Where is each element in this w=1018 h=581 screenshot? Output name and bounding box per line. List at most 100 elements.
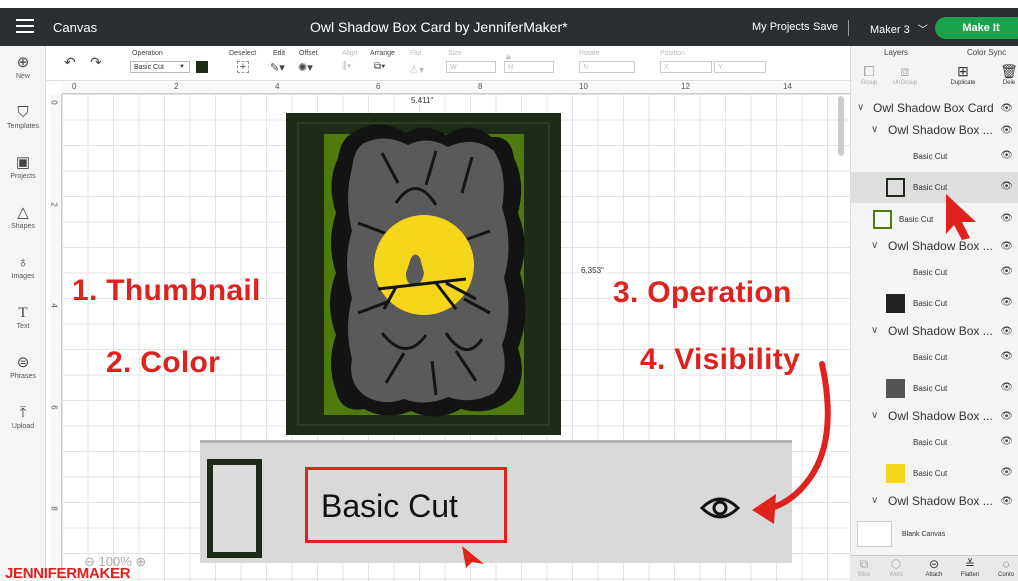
align-button[interactable]: Align [342,50,358,57]
rotate-input[interactable]: ↻ [579,61,635,73]
layer-name: Owl Shadow Box ... [888,409,993,423]
operation-color-swatch[interactable] [196,61,208,73]
arrange-icon[interactable]: ⧉▾ [374,61,385,72]
zoomed-layer-label: Basic Cut [321,488,458,524]
offset-button[interactable]: Offset [299,50,318,57]
ungroup-button[interactable]: ⧈ UnGroup [887,62,923,86]
layer-item[interactable]: Basic Cut 👁︎ [851,257,1018,288]
eye-icon[interactable]: 👁︎ [1000,411,1013,422]
width-input[interactable]: W [446,61,496,73]
y-input[interactable]: Y [714,61,766,73]
flip-button[interactable]: Flip [410,50,421,57]
slice-button[interactable]: ⧉ Slice [850,557,878,578]
tab-layers[interactable]: Layers [884,48,908,57]
redo-icon[interactable]: ↷ [90,54,102,71]
ruler-label: 0 [49,100,59,105]
eye-icon[interactable]: 👁︎ [1000,382,1013,393]
height-input[interactable]: H [504,61,554,73]
hamburger-menu-icon[interactable] [16,19,34,33]
layer-item-selected[interactable]: Basic Cut 👁︎ [851,172,1018,203]
layer-item[interactable]: Basic Cut 👁︎ [851,373,1018,404]
sidebar-item-text[interactable]: T Text [0,304,46,330]
layer-item[interactable]: Basic Cut 👁︎ [851,427,1018,458]
weld-button[interactable]: ⬡ Weld [882,557,910,578]
eye-icon[interactable]: 👁︎ [1000,103,1013,114]
annotation-thumbnail: 1. Thumbnail [72,274,261,307]
sidebar-item-new[interactable]: ⊕ New [0,54,46,80]
tab-color-sync[interactable]: Color Sync [967,48,1006,57]
lightbulb-icon: ♁ [17,254,29,271]
eye-icon[interactable]: 👁︎ [1000,436,1013,447]
offset-icon[interactable]: ✺▾ [298,61,313,74]
sidebar-item-projects[interactable]: ▣ Projects [0,154,46,180]
edit-button[interactable]: Edit [273,50,285,57]
sidebar-item-phrases[interactable]: ⊜ Phrases [0,354,46,380]
action-label: Dele [1002,80,1016,86]
sidebar-item-images[interactable]: ♁ Images [0,254,46,280]
eye-icon[interactable]: 👁︎ [1000,241,1013,252]
position-label: Position [660,50,685,57]
eye-icon[interactable]: 👁︎ [1000,297,1013,308]
group-button[interactable]: ⧠ Group [851,62,887,86]
eye-icon[interactable]: 👁︎ [1000,266,1013,277]
zoomed-layer-thumbnail [207,459,262,558]
jennifermaker-logo: JENNIFERMAKER [5,565,131,581]
my-projects-link[interactable]: My Projects [752,21,809,33]
attach-icon: ⊝ [928,557,940,571]
layer-name: Owl Shadow Box ... [888,494,993,508]
layer-item[interactable]: Basic Cut 👁︎ [851,342,1018,373]
eye-icon[interactable]: 👁︎ [1000,125,1013,136]
flip-icon[interactable]: ⏃▾ [409,61,424,76]
canvas-scrollbar[interactable] [838,96,844,156]
group-icon: ⧠ [863,63,875,79]
undo-icon[interactable]: ↶ [64,54,76,71]
attach-button[interactable]: ⊝ Attach [920,557,948,578]
eye-icon[interactable]: 👁︎ [1000,326,1013,337]
flatten-icon: ≚ [964,557,976,571]
eye-icon[interactable]: 👁︎ [1000,467,1013,478]
layer-name: Owl Shadow Box ... [888,123,993,137]
layer-item[interactable]: Basic Cut 👁︎ [851,204,1018,235]
chevron-down-icon: ∨ [871,240,879,251]
pen-icon[interactable]: ✎▾ [270,61,285,74]
x-input[interactable]: X [660,61,712,73]
ruler-left: 0 2 4 6 8 [50,94,62,581]
sidebar-item-shapes[interactable]: △ Shapes [0,204,46,230]
caret-down-icon: ▼ [179,64,185,70]
contour-button[interactable]: ◌ Conto [992,557,1018,578]
flatten-button[interactable]: ≚ Flatten [956,557,984,578]
eye-icon[interactable]: 👁︎ [1000,351,1013,362]
action-label: Duplicate [950,80,976,86]
layer-item[interactable]: Basic Cut 👁︎ [851,458,1018,489]
blank-canvas-swatch[interactable] [857,521,892,547]
text-icon: T [18,305,28,321]
sidebar-item-templates[interactable]: ⛉ Templates [0,104,46,130]
deselect-button[interactable]: Deselect [229,50,256,57]
machine-selector[interactable]: Maker 3 ﹀ [870,21,928,36]
eye-icon[interactable]: 👁︎ [1000,150,1013,161]
duplicate-button[interactable]: ⊞ Duplicate [945,62,981,86]
arrange-button[interactable]: Arrange [370,50,395,57]
eye-icon[interactable]: 👁︎ [1000,181,1013,192]
ruler-label: 2 [174,82,179,91]
layer-item[interactable]: Basic Cut 👁︎ [851,141,1018,172]
sidebar-item-upload[interactable]: ⤒ Upload [0,404,46,430]
eye-icon[interactable]: 👁︎ [1000,496,1013,507]
rotate-icon: ↻ [583,64,589,71]
make-it-button[interactable]: Make It [935,17,1018,39]
layer-item[interactable]: Basic Cut 👁︎ [851,288,1018,319]
layer-group[interactable]: ∨ Owl Shadow Box ... 👁︎ [851,487,1018,518]
ruler-label: 10 [579,82,588,91]
action-label: UnGroup [892,80,918,86]
save-button[interactable]: Save [813,21,838,33]
ruler-label: 14 [783,82,792,91]
align-icon[interactable]: ⫼▾ [342,61,351,72]
eye-icon[interactable]: 👁︎ [1000,213,1013,224]
action-label: Group [860,80,878,86]
delete-button[interactable]: 🗑︎ Dele [991,62,1018,86]
blank-canvas-label: Blank Canvas [902,531,946,538]
deselect-icon[interactable]: + [237,61,249,73]
operation-dropdown[interactable]: Basic Cut ▼ [130,61,190,73]
layer-name: Owl Shadow Box Card [873,101,994,115]
owl-shadow-box-design[interactable] [286,113,561,435]
